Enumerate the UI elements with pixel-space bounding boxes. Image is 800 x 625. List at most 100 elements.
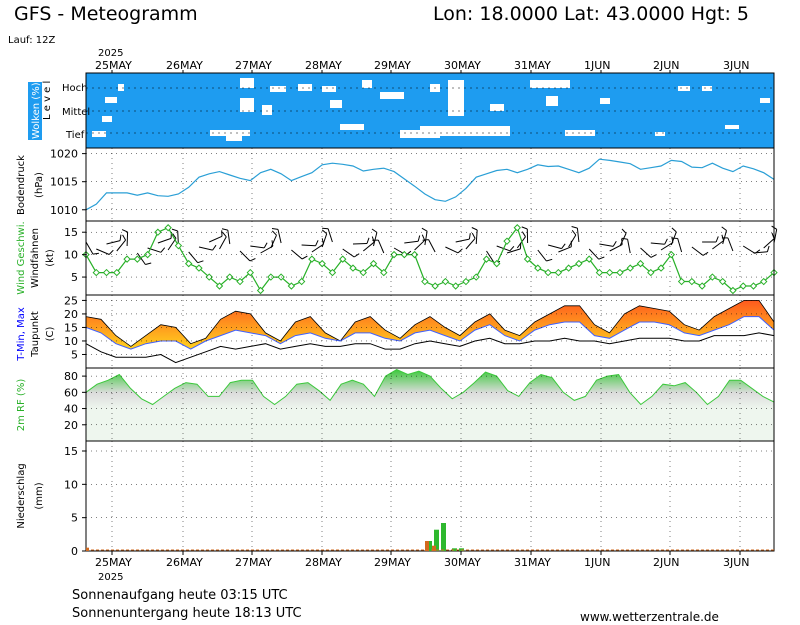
wind-speed-point	[739, 282, 747, 290]
wind-barb-flag	[612, 241, 617, 247]
location-label: Lon: 18.0000 Lat: 43.0000 Hgt: 5	[433, 3, 749, 25]
cloud-gap	[270, 86, 286, 92]
wind-barb-flag	[271, 228, 279, 230]
wind-speed-point	[297, 277, 306, 286]
wind-barb	[619, 233, 627, 247]
wind-barb	[547, 244, 562, 250]
wind-barb	[445, 246, 459, 254]
sunrise-text: Sonnenaufgang heute 03:15 UTC	[72, 588, 288, 603]
wind-barb	[157, 237, 172, 244]
day-label-top: 28MAY	[305, 59, 342, 72]
wind-barb-flag	[421, 234, 426, 241]
website-text: www.wetterzentrale.de	[580, 610, 719, 624]
day-label-bottom: 31MAY	[514, 556, 551, 569]
rh-tick-label: 60	[64, 386, 78, 399]
day-label-top: 29MAY	[374, 59, 411, 72]
wind-speed-point	[462, 277, 470, 286]
cloud-ylabel: Wolken (%)	[31, 82, 42, 139]
rh-low-band	[86, 408, 774, 441]
temperature-tick-label: 20	[64, 308, 78, 321]
wind-barb	[424, 231, 428, 246]
day-label-top: 25MAY	[95, 59, 132, 72]
wind-barb	[352, 243, 368, 245]
wind-barb-flag	[315, 240, 319, 246]
sunset-text: Sonnenuntergang heute 18:13 UTC	[72, 606, 302, 621]
wind-barb-flag	[422, 239, 429, 241]
cloud-gap	[678, 86, 690, 91]
day-label-bottom: 1JUN	[584, 556, 611, 569]
cloud-gap	[702, 86, 712, 91]
cloud-level-low: Tief	[65, 130, 85, 141]
wind-barb-flag	[766, 245, 770, 252]
rh-tick-label: 20	[64, 419, 78, 432]
cloud-gap	[448, 80, 464, 116]
wind-barb-flag	[366, 237, 370, 244]
wind-barb	[404, 240, 419, 244]
wind-barb	[106, 240, 121, 245]
wind-barb	[239, 250, 251, 262]
wind-barb-flag	[650, 254, 657, 258]
wind-ylabel: Wind Geschwi.	[16, 221, 27, 294]
temp-ylabel: T-Min, Max	[16, 307, 27, 362]
wind-speed-point	[451, 282, 460, 290]
pressure-ylabel: Bodendruck	[16, 155, 27, 215]
cloud-gap	[760, 98, 770, 103]
cloud-gap	[600, 98, 610, 104]
wind-barb-flag	[108, 249, 114, 255]
wind-barb	[650, 242, 665, 245]
day-label-top: 30MAY	[444, 59, 481, 72]
wind-barb-flag	[249, 258, 256, 262]
day-label-bottom: 3JUN	[723, 556, 750, 569]
wind-barb	[301, 244, 316, 247]
wind-barb	[727, 237, 734, 252]
precip-unit: (mm)	[34, 482, 45, 509]
wind-barb-flag	[457, 248, 463, 254]
wind-barb-flag	[171, 228, 178, 232]
wind-speed-point	[482, 255, 491, 263]
wind-barb-flag	[221, 228, 228, 231]
wind-speed-point	[184, 259, 193, 268]
pressure-tick-label: 1015	[50, 176, 78, 189]
wind-barb	[537, 249, 547, 262]
cloud-gap	[240, 98, 254, 112]
wind-barb-flag	[92, 252, 99, 255]
pressure-panel-frame	[85, 147, 775, 222]
cloud-gap	[530, 80, 570, 88]
cloud-level-mid: Mittel	[62, 107, 90, 118]
wind-speed-point	[154, 228, 162, 236]
wind-speed-point	[688, 277, 696, 286]
day-label-bottom: 30MAY	[444, 556, 481, 569]
rh-ylabel: 2m RF (%)	[16, 379, 27, 432]
wind-barb	[428, 239, 436, 253]
wind-speed-line	[85, 226, 775, 292]
wind-barb-flag	[509, 245, 515, 252]
wind-barb-flag	[671, 237, 678, 239]
day-label-bottom: 2JUN	[653, 556, 680, 569]
pressure-unit: (hPa)	[34, 172, 45, 198]
wind-barb-flag	[160, 247, 166, 253]
cloud-gap	[490, 104, 504, 111]
day-label-top: 2JUN	[653, 59, 680, 72]
wind-barb	[640, 247, 652, 258]
wind-speed-point	[164, 224, 172, 232]
cloud-gap	[330, 100, 342, 108]
wind-speed-point	[616, 268, 624, 277]
wind-barb	[742, 245, 756, 254]
wind-barb	[677, 238, 683, 253]
wind-speed-point	[749, 282, 758, 290]
wind-speed-point	[605, 268, 614, 277]
cloud-gap	[546, 96, 558, 106]
rh-tick-label: 80	[64, 370, 78, 383]
wind-tick-label: 10	[64, 249, 78, 262]
cloud-gap	[118, 84, 124, 91]
wind-barb-flag	[468, 233, 471, 240]
wind-barb-flag	[417, 235, 421, 242]
wind-barb-flag	[621, 237, 628, 240]
wind-barb-flag	[197, 260, 204, 264]
day-label-top: 31MAY	[514, 59, 551, 72]
wind-unit: (kt)	[45, 249, 56, 267]
wind-barb	[270, 234, 277, 249]
wind-speed-point	[626, 264, 634, 272]
wind-tick-label: 15	[64, 226, 78, 239]
temp-ylabel2: Taupunkt	[30, 311, 41, 358]
